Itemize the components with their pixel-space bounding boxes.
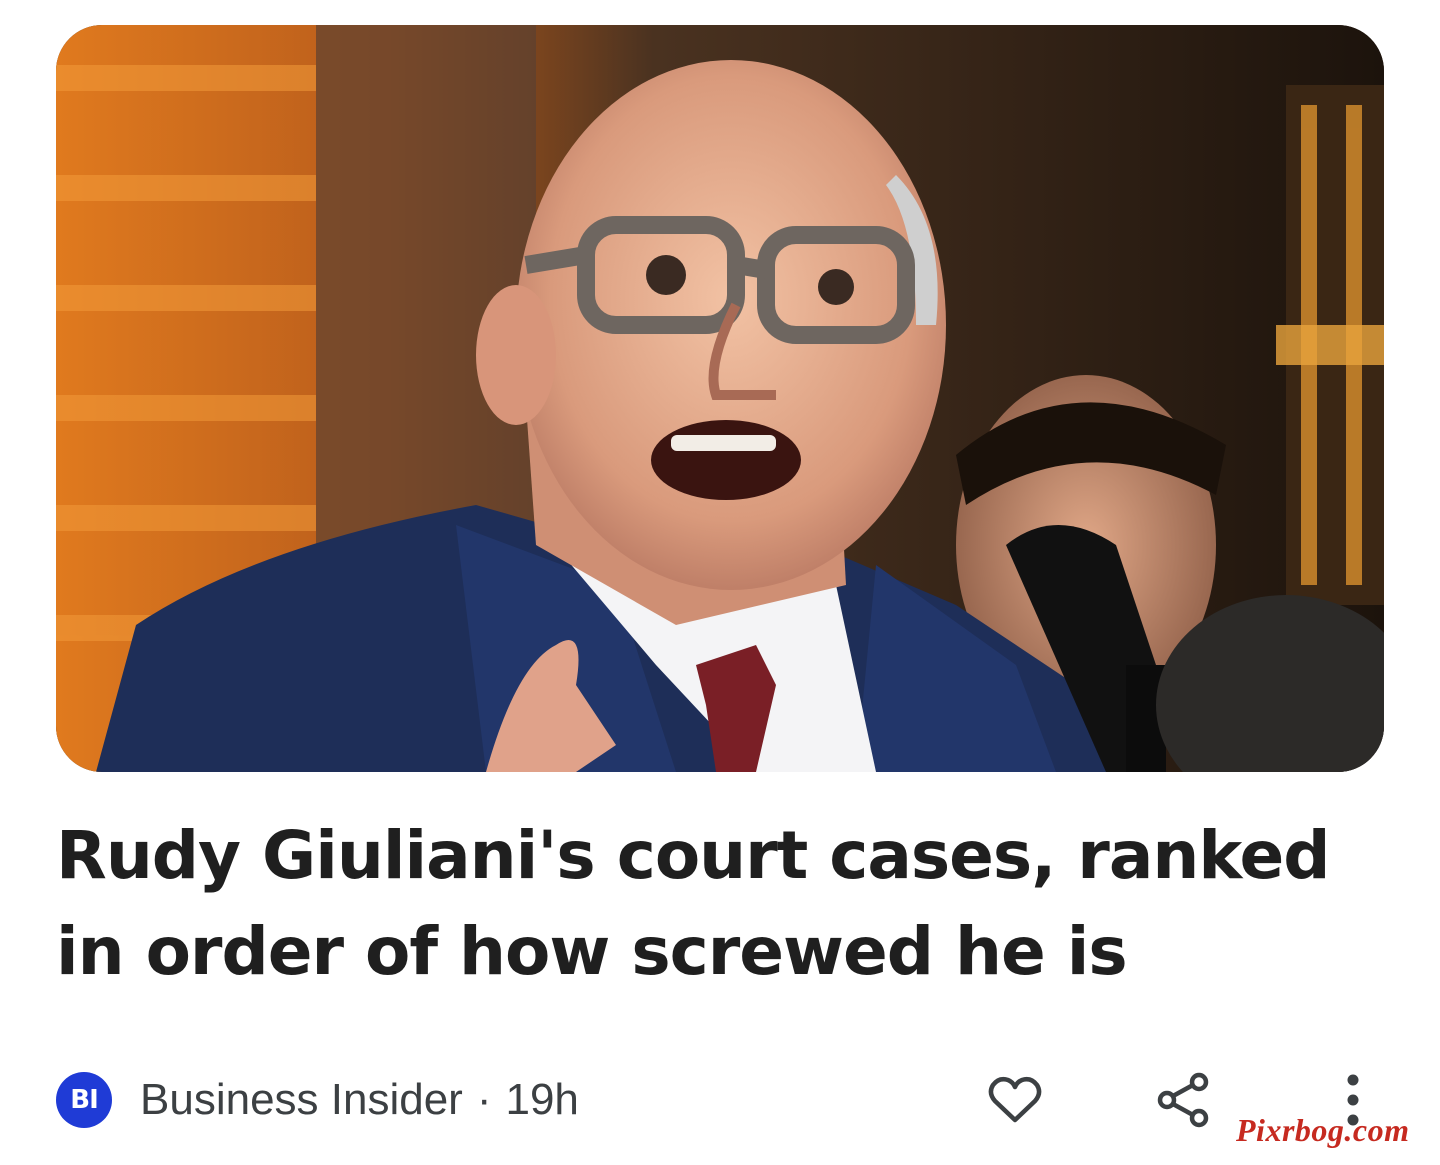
share-button[interactable] xyxy=(1148,1065,1218,1135)
like-button[interactable] xyxy=(980,1065,1050,1135)
watermark-text: Pixrbog.com xyxy=(1236,1112,1410,1148)
article-photo xyxy=(56,25,1384,772)
share-icon xyxy=(1155,1072,1211,1128)
article-meta: BI Business Insider · 19h xyxy=(56,1070,579,1130)
source-logo[interactable]: BI xyxy=(56,1072,112,1128)
published-time: 19h xyxy=(505,1075,579,1124)
meta-separator: · xyxy=(476,1075,492,1124)
article-headline[interactable]: Rudy Giuliani's court cases, ranked in o… xyxy=(56,808,1396,1000)
article-image[interactable] xyxy=(56,25,1384,772)
heart-outline-icon xyxy=(988,1076,1042,1124)
news-card[interactable]: Rudy Giuliani's court cases, ranked in o… xyxy=(0,0,1440,1165)
source-name[interactable]: Business Insider xyxy=(140,1075,463,1125)
